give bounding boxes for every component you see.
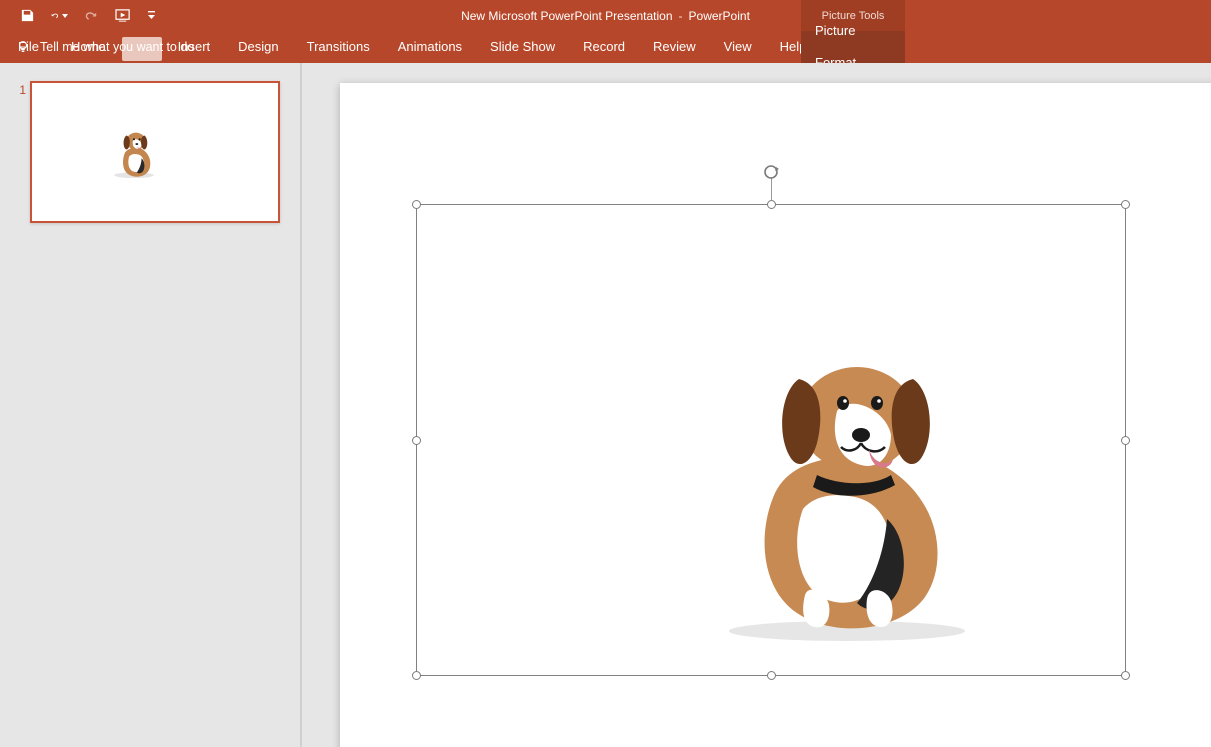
slide-thumbnail-1[interactable] xyxy=(30,81,280,223)
resize-handle-n[interactable] xyxy=(767,200,776,209)
slide-editor[interactable] xyxy=(302,63,1211,747)
slide-thumbnail-pane: 1 xyxy=(0,63,302,747)
thumbnail-row: 1 xyxy=(0,81,300,223)
tab-animations-label: Animations xyxy=(398,39,462,54)
resize-handle-sw[interactable] xyxy=(412,671,421,680)
tab-record[interactable]: Record xyxy=(569,31,639,63)
tab-transitions[interactable]: Transitions xyxy=(293,31,384,63)
resize-handle-s[interactable] xyxy=(767,671,776,680)
save-icon[interactable] xyxy=(18,7,36,25)
tell-me-search[interactable]: Tell me what you want to do xyxy=(0,31,194,63)
tab-transitions-label: Transitions xyxy=(307,39,370,54)
app-name: PowerPoint xyxy=(689,9,750,23)
tab-view-label: View xyxy=(724,39,752,54)
resize-handle-e[interactable] xyxy=(1121,436,1130,445)
tab-review-label: Review xyxy=(653,39,696,54)
tab-view[interactable]: View xyxy=(710,31,766,63)
picture-selection-box[interactable] xyxy=(416,204,1126,676)
dog-picture[interactable] xyxy=(717,343,977,643)
dog-thumbnail-image xyxy=(110,127,158,179)
thumbnail-number: 1 xyxy=(8,81,26,97)
title-bar: New Microsoft PowerPoint Presentation - … xyxy=(0,0,1211,31)
redo-icon[interactable] xyxy=(82,7,100,25)
workspace: 1 xyxy=(0,63,1211,747)
lightbulb-icon xyxy=(16,40,30,54)
window-title: New Microsoft PowerPoint Presentation - … xyxy=(461,0,750,31)
resize-handle-ne[interactable] xyxy=(1121,200,1130,209)
start-from-beginning-icon[interactable] xyxy=(114,7,132,25)
tab-slideshow-label: Slide Show xyxy=(490,39,555,54)
ribbon-tabs: File Home Insert Design Transitions Anim… xyxy=(0,31,1211,63)
tab-animations[interactable]: Animations xyxy=(384,31,476,63)
customize-qat-icon[interactable] xyxy=(142,7,160,25)
quick-access-toolbar xyxy=(0,7,160,25)
title-separator: - xyxy=(679,9,683,23)
document-name: New Microsoft PowerPoint Presentation xyxy=(461,9,672,23)
rotation-handle[interactable] xyxy=(762,163,780,181)
tab-design-label: Design xyxy=(238,39,278,54)
tab-slideshow[interactable]: Slide Show xyxy=(476,31,569,63)
tab-design[interactable]: Design xyxy=(224,31,292,63)
undo-icon[interactable] xyxy=(50,7,68,25)
tab-picture-format[interactable]: Picture Format xyxy=(801,31,905,63)
resize-handle-nw[interactable] xyxy=(412,200,421,209)
resize-handle-se[interactable] xyxy=(1121,671,1130,680)
tab-record-label: Record xyxy=(583,39,625,54)
tab-review[interactable]: Review xyxy=(639,31,710,63)
tell-me-placeholder: Tell me what you want to do xyxy=(40,40,194,54)
resize-handle-w[interactable] xyxy=(412,436,421,445)
